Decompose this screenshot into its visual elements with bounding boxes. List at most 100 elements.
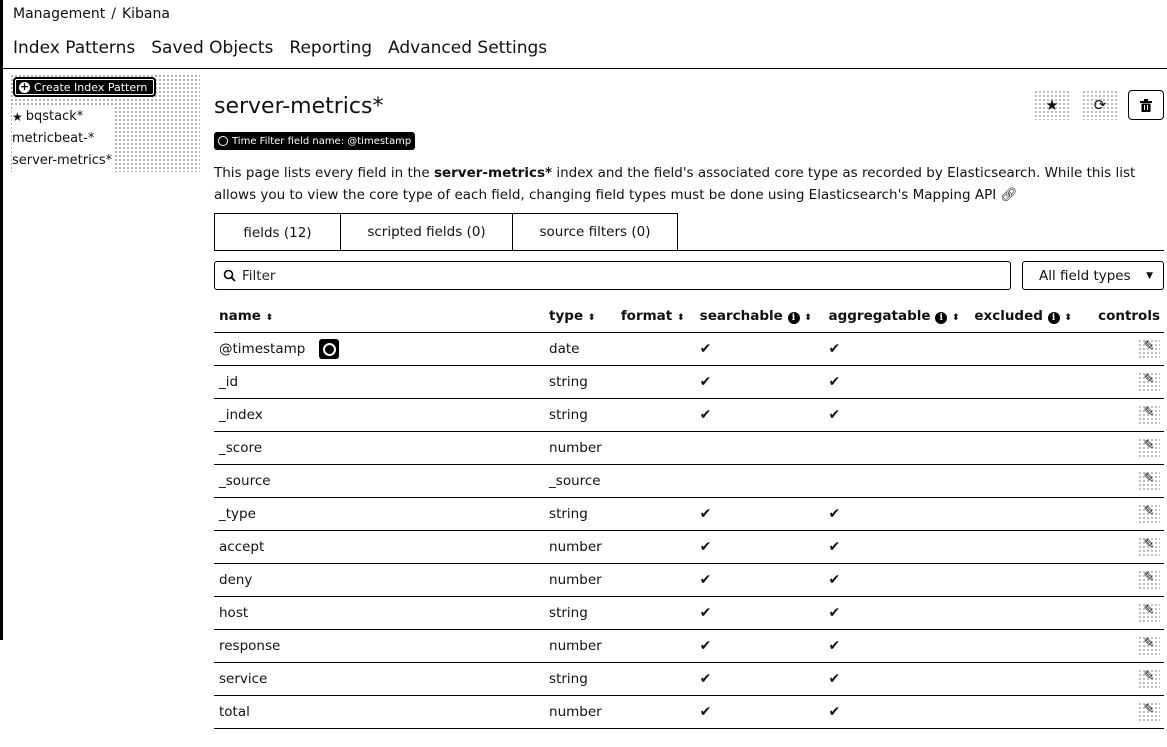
edit-pencil-icon[interactable]: ✎ <box>1138 702 1160 722</box>
field-name-cell: deny <box>214 563 545 597</box>
sidebar-item-server-metrics[interactable]: server-metrics* <box>12 150 115 172</box>
col-format-label: format <box>620 307 673 324</box>
searchable-check-icon: ✔ <box>694 695 824 729</box>
field-name-cell: response <box>214 629 545 663</box>
field-format-cell <box>615 629 695 663</box>
searchable-check-icon: ✔ <box>694 398 824 432</box>
tab-divider <box>214 250 1164 251</box>
page-description: This page lists every field in the serve… <box>214 162 1162 206</box>
info-icon[interactable]: i <box>935 311 948 324</box>
set-default-button[interactable]: ★ <box>1034 90 1070 120</box>
field-type-select[interactable]: All field types ▼ <box>1022 261 1164 290</box>
edit-pencil-icon[interactable]: ✎ <box>1138 471 1160 491</box>
field-format-cell <box>615 365 695 399</box>
field-type-cell: string <box>544 365 616 399</box>
col-name[interactable]: name ⬍ <box>214 300 545 333</box>
searchable-check-icon: ✔ <box>694 497 824 531</box>
edit-pencil-icon[interactable]: ✎ <box>1138 570 1160 590</box>
star-icon: ★ <box>1045 96 1059 114</box>
mapping-api-link[interactable]: Mapping API <box>913 187 997 203</box>
col-format[interactable]: format ⬍ <box>615 300 695 333</box>
filter-input[interactable] <box>242 267 982 284</box>
field-excluded-cell <box>969 398 1094 432</box>
index-pattern-sidebar: + Create Index Pattern ★ bqstack* metric… <box>10 74 200 172</box>
col-type-label: type <box>549 307 584 324</box>
aggregatable-check-icon: ✔ <box>823 530 970 564</box>
edit-pencil-icon[interactable]: ✎ <box>1138 372 1160 392</box>
edit-pencil-icon[interactable]: ✎ <box>1138 405 1160 425</box>
col-searchable[interactable]: searchable i ⬍ <box>694 300 824 333</box>
field-name: response <box>219 637 281 654</box>
field-type-cell: number <box>544 431 616 465</box>
nav-saved-objects[interactable]: Saved Objects <box>151 38 273 58</box>
field-type-cell: string <box>544 497 616 531</box>
field-format-cell <box>615 497 695 531</box>
field-name: accept <box>219 538 265 555</box>
breadcrumb-management[interactable]: Management <box>13 6 105 22</box>
field-name-cell: host <box>214 596 545 630</box>
field-excluded-cell <box>969 530 1094 564</box>
caret-down-icon: ▼ <box>1146 270 1153 281</box>
tab-fields[interactable]: fields (12) <box>214 213 340 251</box>
sidebar-item-bqstack[interactable]: ★ bqstack* <box>12 106 115 128</box>
field-controls-cell: ✎ <box>1093 563 1164 597</box>
field-name-cell: accept <box>214 530 545 564</box>
time-filter-badge: Time Filter field name: @timestamp <box>214 132 416 150</box>
edit-pencil-icon[interactable]: ✎ <box>1138 339 1160 359</box>
field-type-cell: number <box>544 695 616 729</box>
tab-scripted-fields[interactable]: scripted fields (0) <box>340 213 512 251</box>
col-excluded[interactable]: excluded i ⬍ <box>969 300 1094 333</box>
info-icon[interactable]: i <box>787 311 800 324</box>
breadcrumb-kibana: Kibana <box>121 6 170 22</box>
field-excluded-cell <box>969 365 1094 399</box>
aggregatable-check-icon: ✔ <box>823 332 970 366</box>
field-name: _score <box>219 439 263 456</box>
refresh-fields-button[interactable]: ⟳ <box>1082 90 1118 120</box>
col-name-label: name <box>219 307 261 324</box>
field-type-cell: string <box>544 398 616 432</box>
field-type-select-value: All field types <box>1039 267 1131 284</box>
edit-pencil-icon[interactable]: ✎ <box>1138 438 1160 458</box>
table-header-row: name ⬍ type ⬍ format ⬍ searchable i ⬍ ag… <box>214 300 1164 333</box>
col-type[interactable]: type ⬍ <box>544 300 616 333</box>
aggregatable-check-icon: ✔ <box>823 563 970 597</box>
field-excluded-cell <box>969 629 1094 663</box>
aggregatable-check-icon <box>823 431 970 465</box>
edit-pencil-icon[interactable]: ✎ <box>1138 537 1160 557</box>
edit-pencil-icon[interactable]: ✎ <box>1138 603 1160 623</box>
create-index-pattern-button[interactable]: + Create Index Pattern <box>13 77 156 97</box>
field-name-cell: @timestamp <box>214 332 545 366</box>
edit-pencil-icon[interactable]: ✎ <box>1138 636 1160 656</box>
aggregatable-check-icon <box>823 464 970 498</box>
col-aggregatable[interactable]: aggregatable i ⬍ <box>823 300 970 333</box>
field-format-cell <box>615 563 695 597</box>
table-row: deny number ✔ ✔ ✎ <box>214 563 1164 597</box>
delete-index-pattern-button[interactable] <box>1128 90 1164 120</box>
field-excluded-cell <box>969 563 1094 597</box>
info-icon[interactable]: i <box>1047 311 1060 324</box>
field-type-cell: string <box>544 596 616 630</box>
edit-pencil-icon[interactable]: ✎ <box>1138 504 1160 524</box>
sidebar-item-metricbeat[interactable]: metricbeat-* <box>12 128 115 150</box>
edit-pencil-icon[interactable]: ✎ <box>1138 669 1160 689</box>
col-controls: controls <box>1093 300 1164 333</box>
field-excluded-cell <box>969 662 1094 696</box>
nav-index-patterns[interactable]: Index Patterns <box>13 38 135 58</box>
tab-source-filters[interactable]: source filters (0) <box>512 213 678 251</box>
searchable-check-icon: ✔ <box>694 662 824 696</box>
table-row: _type string ✔ ✔ ✎ <box>214 497 1164 531</box>
table-row: total number ✔ ✔ ✎ <box>214 695 1164 729</box>
nav-divider <box>3 68 1167 69</box>
breadcrumb-separator: / <box>111 6 116 22</box>
field-controls-cell: ✎ <box>1093 332 1164 366</box>
filter-box <box>214 261 1011 290</box>
table-row: _index string ✔ ✔ ✎ <box>214 398 1164 432</box>
nav-reporting[interactable]: Reporting <box>289 38 372 58</box>
field-type-cell: string <box>544 662 616 696</box>
sort-icon: ⬍ <box>804 312 812 323</box>
aggregatable-check-icon: ✔ <box>823 629 970 663</box>
nav-advanced-settings[interactable]: Advanced Settings <box>388 38 547 58</box>
field-type-cell: number <box>544 530 616 564</box>
field-format-cell <box>615 398 695 432</box>
searchable-check-icon: ✔ <box>694 629 824 663</box>
